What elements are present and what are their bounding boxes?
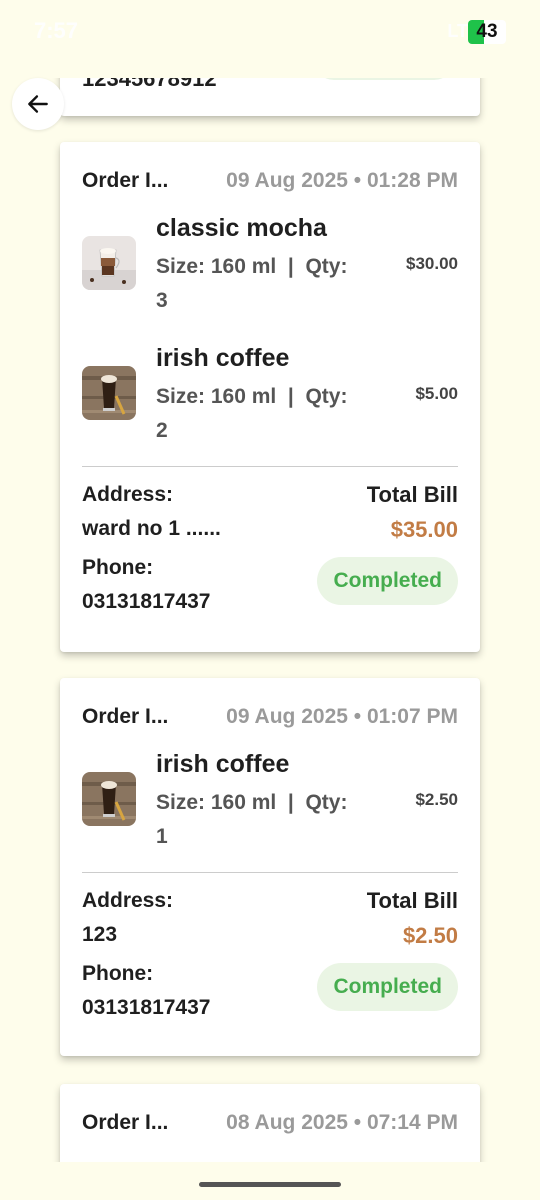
address-value: 123 (82, 923, 118, 946)
item-qty-label: Qty: (305, 385, 348, 408)
phone-label: Phone: (82, 556, 154, 579)
order-header: Order I... 08 Aug 2025 • 07:14 PM (82, 1110, 458, 1136)
item-qty-label: Qty: (305, 255, 348, 278)
order-header: Order I... 09 Aug 2025 • 01:07 PM (82, 704, 458, 730)
order-header: Order I... 09 Aug 2025 • 01:28 PM (82, 168, 458, 194)
item-name: classic mocha (156, 214, 327, 242)
orders-list[interactable]: 12345678912 Order I... 09 Aug 2025 • 01:… (0, 78, 540, 1162)
status-badge: Completed (317, 963, 458, 1011)
arrow-left-icon (28, 95, 48, 113)
order-footer: Address: ward no 1 ...... Phone: 0313181… (82, 467, 458, 617)
status-time: 7:57 (34, 18, 79, 43)
back-button[interactable] (12, 78, 64, 130)
item-qty-label: Qty: (305, 791, 348, 814)
order-phone: 12345678912 (82, 78, 217, 91)
item-qty: 3 (156, 289, 168, 312)
item-price: $2.50 (415, 790, 458, 809)
item-details: Size: 160 ml | Qty: 1 (156, 791, 348, 848)
battery-level: 43 (476, 21, 498, 42)
battery-icon: 43 (468, 20, 506, 44)
order-card[interactable]: Order I... 08 Aug 2025 • 07:14 PM (60, 1084, 480, 1162)
item-size: Size: 160 ml (156, 385, 277, 408)
order-id: Order I... (82, 1111, 169, 1134)
mocha-glass-thumbnail (82, 236, 136, 290)
item-qty: 2 (156, 419, 168, 442)
address-value: ward no 1 ...... (82, 517, 221, 540)
item-qty: 1 (156, 825, 168, 848)
order-item: irish coffee Size: 160 ml | Qty: 1 $2.50 (82, 750, 458, 872)
order-id: Order I... (82, 705, 169, 728)
irish-coffee-thumbnail (82, 366, 136, 420)
phone-value: 03131817437 (82, 996, 211, 1019)
address-label: Address: (82, 483, 174, 506)
order-footer: Address: 123 Phone: 03131817437 Total Bi… (82, 873, 458, 1023)
item-price: $30.00 (406, 254, 458, 273)
phone-label: Phone: (82, 962, 154, 985)
address-label: Address: (82, 889, 174, 912)
status-bar: 7:57 LTE 43 (0, 0, 540, 62)
home-indicator[interactable] (199, 1182, 341, 1187)
order-item: classic mocha Size: 160 ml | Qty: 3 $30.… (82, 214, 458, 344)
order-date: 09 Aug 2025 • 01:28 PM (226, 169, 458, 192)
phone-value: 03131817437 (82, 590, 211, 613)
total-bill-label: Total Bill (366, 888, 458, 913)
order-card[interactable]: Order I... 09 Aug 2025 • 01:28 PM classi… (60, 142, 480, 652)
order-date: 08 Aug 2025 • 07:14 PM (226, 1111, 458, 1134)
irish-coffee-thumbnail (82, 772, 136, 826)
order-card[interactable]: Order I... 09 Aug 2025 • 01:07 PM irish … (60, 678, 480, 1056)
item-size: Size: 160 ml (156, 255, 277, 278)
item-name: irish coffee (156, 750, 290, 778)
order-card-partial[interactable]: 12345678912 (60, 78, 480, 116)
item-size: Size: 160 ml (156, 791, 277, 814)
total-bill-value: $2.50 (402, 923, 458, 948)
status-badge: Completed (317, 557, 458, 605)
total-bill-value: $35.00 (390, 517, 458, 542)
total-bill-label: Total Bill (366, 482, 458, 507)
order-date: 09 Aug 2025 • 01:07 PM (226, 705, 458, 728)
item-details: Size: 160 ml | Qty: 3 (156, 255, 348, 312)
item-details: Size: 160 ml | Qty: 2 (156, 385, 348, 442)
item-price: $5.00 (415, 384, 458, 403)
order-id: Order I... (82, 169, 169, 192)
item-name: irish coffee (156, 344, 290, 372)
order-item: irish coffee Size: 160 ml | Qty: 2 $5.00 (82, 344, 458, 466)
status-badge (314, 78, 454, 80)
